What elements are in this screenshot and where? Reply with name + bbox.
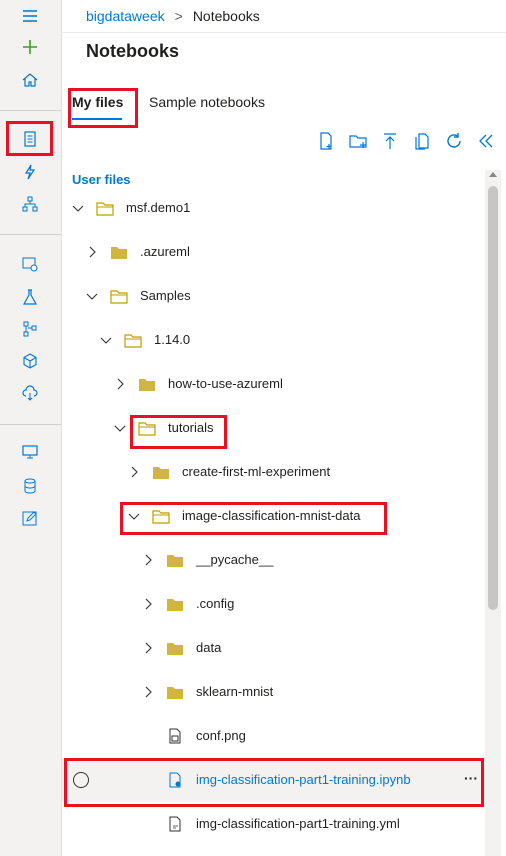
chevron-down-icon[interactable]	[100, 334, 112, 346]
chevron-right-icon[interactable]	[128, 466, 140, 478]
tree-row[interactable]: Samples	[62, 274, 485, 318]
tree-row[interactable]: 1.14.0	[62, 318, 485, 362]
tab-sample-notebooks[interactable]: Sample notebooks	[149, 94, 265, 110]
page-title: Notebooks	[86, 41, 180, 61]
yml-file-icon	[166, 816, 184, 832]
image-file-icon	[166, 728, 184, 744]
tree-row[interactable]: __pycache__	[62, 538, 485, 582]
tree-item-label: sklearn-mnist	[196, 684, 274, 699]
automl-icon[interactable]	[12, 158, 48, 186]
folder-open-icon	[124, 332, 142, 348]
tree-item-label: 1.14.0	[154, 332, 191, 347]
folder-icon	[152, 464, 170, 480]
models-icon[interactable]	[12, 347, 48, 375]
tree-item-label: conf.png	[196, 728, 246, 743]
plus-icon[interactable]	[12, 33, 48, 61]
scrollbar-thumb[interactable]	[488, 186, 498, 610]
chevron-down-icon[interactable]	[114, 422, 126, 434]
breadcrumb-separator: >	[174, 8, 183, 24]
designer-icon[interactable]	[12, 190, 48, 218]
tree-item-label: how-to-use-azureml	[168, 376, 283, 391]
select-radio[interactable]	[73, 772, 89, 788]
tree-item-label: msf.demo1	[126, 200, 191, 215]
chevron-right-icon[interactable]	[114, 378, 126, 390]
datasets-icon[interactable]	[12, 250, 48, 278]
tree-row[interactable]: create-first-ml-experiment	[62, 450, 485, 494]
endpoints-icon[interactable]	[12, 379, 48, 407]
scroll-up-arrow[interactable]	[489, 172, 497, 177]
upload-icon[interactable]	[380, 131, 400, 151]
duplicate-icon[interactable]	[412, 131, 432, 151]
hamburger-menu-icon[interactable]	[12, 2, 48, 30]
folder-open-icon	[152, 508, 170, 524]
tree-item-label: img-classification-part1-training.yml	[196, 816, 400, 831]
breadcrumb: bigdataweek > Notebooks	[86, 7, 260, 25]
folder-icon	[138, 376, 156, 392]
tree-row[interactable]: how-to-use-azureml	[62, 362, 485, 406]
more-options-button[interactable]: ···	[464, 770, 478, 786]
folder-open-icon	[110, 288, 128, 304]
chevron-down-icon[interactable]	[72, 202, 84, 214]
chevron-right-icon[interactable]	[142, 598, 154, 610]
chevron-right-icon[interactable]	[142, 554, 154, 566]
compute-icon[interactable]	[12, 438, 48, 466]
folder-open-icon	[96, 200, 114, 216]
breadcrumb-current: Notebooks	[192, 8, 260, 24]
tree-row[interactable]: image-classification-mnist-data	[62, 494, 485, 538]
folder-open-icon	[138, 420, 156, 436]
breadcrumb-workspace-link[interactable]: bigdataweek	[86, 8, 165, 24]
tree-row[interactable]: conf.png	[62, 714, 485, 758]
tree-row[interactable]: img-classification-part1-training.yml	[62, 802, 485, 846]
pipelines-icon[interactable]	[12, 315, 48, 343]
folder-icon	[166, 596, 184, 612]
data-labeling-icon[interactable]	[12, 504, 48, 532]
tree-row[interactable]: msf.demo1	[62, 186, 485, 230]
tree-item-label: .config	[196, 596, 235, 611]
left-nav-rail	[0, 0, 62, 856]
user-files-label: User files	[72, 172, 131, 187]
tree-item-label: tutorials	[168, 420, 214, 435]
chevron-right-icon[interactable]	[142, 686, 154, 698]
chevron-right-icon[interactable]	[86, 246, 98, 258]
tree-item-label: __pycache__	[196, 552, 274, 567]
notebooks-icon[interactable]	[12, 125, 48, 153]
chevron-right-icon[interactable]	[142, 642, 154, 654]
refresh-icon[interactable]	[444, 131, 464, 151]
tree-item-label: img-classification-part1-training.ipynb	[196, 772, 411, 787]
new-file-icon[interactable]	[316, 131, 336, 151]
folder-icon	[110, 244, 128, 260]
tree-item-label: data	[196, 640, 222, 655]
tree-row[interactable]: sklearn-mnist	[62, 670, 485, 714]
notebook-file-icon	[166, 772, 184, 788]
tree-row[interactable]: .config	[62, 582, 485, 626]
tree-row[interactable]: .azureml	[62, 230, 485, 274]
tree-row[interactable]: img-classification-part1-training.ipynb ·…	[62, 758, 485, 802]
tree-item-label: Samples	[140, 288, 191, 303]
collapse-panel-icon[interactable]	[476, 131, 496, 151]
datastores-icon[interactable]	[12, 472, 48, 500]
tree-row[interactable]: tutorials	[62, 406, 485, 450]
chevron-down-icon[interactable]	[128, 510, 140, 522]
active-tab-indicator	[72, 118, 122, 120]
tab-my-files[interactable]: My files	[72, 94, 123, 110]
folder-icon	[166, 684, 184, 700]
chevron-down-icon[interactable]	[86, 290, 98, 302]
tree-item-label: create-first-ml-experiment	[182, 464, 331, 479]
tree-item-label: image-classification-mnist-data	[182, 508, 361, 523]
tree-row[interactable]: data	[62, 626, 485, 670]
folder-icon	[166, 552, 184, 568]
experiments-icon[interactable]	[12, 283, 48, 311]
new-folder-icon[interactable]	[348, 131, 368, 151]
tree-item-label: .azureml	[140, 244, 190, 259]
home-icon[interactable]	[12, 66, 48, 94]
folder-icon	[166, 640, 184, 656]
notebooks-panel: bigdataweek > Notebooks Notebooks My fil…	[62, 0, 506, 856]
